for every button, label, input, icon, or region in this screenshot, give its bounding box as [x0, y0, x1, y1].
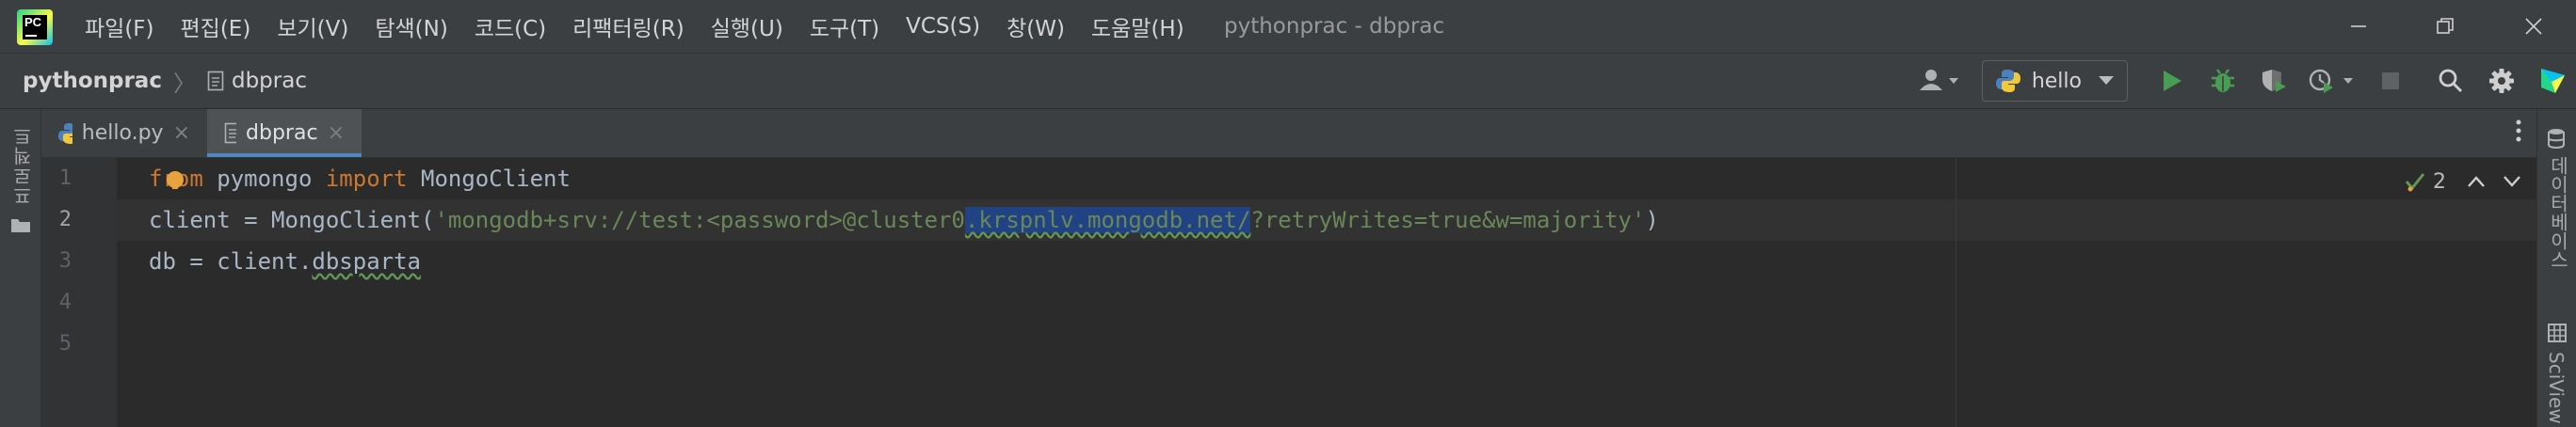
- project-tool-window-button[interactable]: 프로젝트: [9, 126, 37, 205]
- menu-tools[interactable]: 도구(T): [810, 10, 879, 42]
- breadcrumb-file[interactable]: dbprac: [232, 69, 307, 93]
- left-tool-stripe: 프로젝트: [0, 109, 41, 427]
- folder-icon: [11, 219, 30, 232]
- sciview-grid-icon: [2548, 324, 2567, 342]
- database-tool-window-button[interactable]: 데이터베이스: [2545, 156, 2572, 269]
- menu-help[interactable]: 도움말(H): [1091, 10, 1184, 42]
- line-number: 1: [58, 166, 72, 190]
- code-line-2: client = MongoClient('mongodb+srv://test…: [149, 199, 1659, 241]
- database-icon: [2548, 129, 2565, 149]
- line-number: 4: [58, 291, 72, 314]
- run-with-coverage-button[interactable]: [2252, 59, 2295, 103]
- inspection-count: 2: [2433, 169, 2446, 194]
- code-editor[interactable]: 1 2 3 4 5 from pymongo import MongoClien…: [41, 158, 2536, 427]
- more-vertical-icon: [2516, 119, 2521, 142]
- close-icon: [2525, 18, 2542, 35]
- code-text: client = MongoClient(: [149, 207, 435, 233]
- menu-run[interactable]: 실행(U): [711, 10, 783, 42]
- restore-button[interactable]: [2403, 0, 2487, 53]
- code-text: MongoClient: [407, 166, 571, 192]
- menu-code[interactable]: 코드(C): [475, 10, 546, 42]
- title-bar: PC 파일(F) 편집(E) 보기(V) 탐색(N) 코드(C) 리팩터링(R)…: [0, 0, 2576, 53]
- breadcrumb-project[interactable]: pythonprac: [23, 69, 162, 93]
- tab-actions-menu-button[interactable]: [2514, 117, 2523, 145]
- sciview-tool-window-button[interactable]: SciView: [2545, 352, 2568, 424]
- window-title: pythonprac - dbprac: [1224, 14, 1445, 39]
- menu-navigate[interactable]: 탐색(N): [375, 10, 447, 42]
- code-line-3: db = client.dbsparta: [149, 241, 421, 282]
- line-number: 5: [58, 332, 72, 356]
- python-file-icon: [207, 71, 224, 91]
- line-number-gutter[interactable]: 1 2 3 4 5: [41, 158, 117, 427]
- string-literal: ?retryWrites=true&w=majority': [1250, 207, 1646, 233]
- close-tab-icon[interactable]: ×: [173, 121, 190, 145]
- run-configuration-selector[interactable]: hello: [1981, 60, 2128, 102]
- typo-highlighted-text: dbsparta: [312, 248, 421, 275]
- string-literal: 'mongodb+srv://test:<password>@cluster0: [434, 207, 965, 233]
- selected-text: .krspnlv.mongodb.net/: [964, 207, 1251, 233]
- debug-button[interactable]: [2201, 59, 2245, 103]
- python-icon: [1995, 70, 2021, 92]
- debug-bug-icon: [2212, 69, 2234, 92]
- close-window-button[interactable]: [2491, 0, 2576, 53]
- pycharm-logo-icon[interactable]: PC: [17, 9, 53, 45]
- code-text: db = client.: [149, 248, 313, 275]
- keyword: import: [325, 166, 408, 192]
- run-button[interactable]: [2150, 59, 2194, 103]
- user-icon: [1919, 70, 1958, 90]
- tab-dbprac[interactable]: dbprac ×: [207, 109, 362, 157]
- navigation-bar: pythonprac 〉 dbprac hello: [0, 53, 2576, 109]
- intention-bulb-icon[interactable]: [167, 171, 184, 189]
- main-toolbar: hello: [1908, 54, 2576, 108]
- stop-button[interactable]: [2369, 59, 2412, 103]
- run-icon: [2164, 71, 2182, 91]
- close-tab-icon[interactable]: ×: [328, 121, 345, 145]
- jetbrains-ide-button[interactable]: [2531, 59, 2574, 103]
- restore-icon: [2437, 18, 2454, 34]
- menu-edit[interactable]: 편집(E): [181, 10, 251, 42]
- menu-window[interactable]: 창(W): [1006, 10, 1065, 42]
- next-highlight-icon[interactable]: [2503, 175, 2521, 188]
- chevron-down-icon: [2099, 76, 2114, 85]
- jetbrains-logo-icon: [2541, 69, 2565, 93]
- python-file-icon: [58, 122, 72, 144]
- minimize-icon: [2351, 25, 2366, 27]
- gear-icon: [2489, 69, 2514, 93]
- settings-button[interactable]: [2480, 59, 2523, 103]
- line-number: 3: [58, 249, 72, 273]
- menu-refactor[interactable]: 리팩터링(R): [572, 10, 684, 42]
- code-text: ): [1645, 207, 1659, 233]
- menu-vcs[interactable]: VCS(S): [906, 14, 980, 39]
- user-menu-button[interactable]: [1912, 59, 1969, 103]
- coverage-shield-icon: [2262, 70, 2286, 92]
- check-warning-icon: [2405, 173, 2425, 192]
- run-configuration-name: hello: [2031, 69, 2082, 93]
- breadcrumb: pythonprac 〉 dbprac: [23, 54, 307, 108]
- code-line-1: from pymongo import MongoClient: [149, 158, 571, 199]
- line-number: 2: [58, 208, 72, 231]
- inspection-widget[interactable]: 2: [2405, 167, 2521, 196]
- text-file-icon: [224, 122, 237, 143]
- stop-icon: [2382, 72, 2399, 89]
- code-text: pymongo: [202, 166, 326, 192]
- main-menu: 파일(F) 편집(E) 보기(V) 탐색(N) 코드(C) 리팩터링(R) 실행…: [85, 0, 1211, 53]
- menu-view[interactable]: 보기(V): [277, 10, 348, 42]
- menu-file[interactable]: 파일(F): [85, 10, 154, 42]
- right-tool-stripe: 데이터베이스 SciView: [2536, 109, 2576, 427]
- breadcrumb-separator: 〉: [172, 70, 196, 97]
- profile-button[interactable]: [2303, 59, 2361, 103]
- search-everywhere-button[interactable]: [2429, 59, 2472, 103]
- tab-hello-py[interactable]: hello.py ×: [41, 109, 207, 157]
- search-icon: [2439, 69, 2463, 93]
- tab-label: hello.py: [81, 121, 164, 145]
- tab-label: dbprac: [246, 121, 318, 145]
- minimize-button[interactable]: [2316, 0, 2401, 53]
- previous-highlight-icon[interactable]: [2467, 175, 2486, 188]
- editor-tab-bar: hello.py × dbprac ×: [41, 109, 2536, 158]
- profiler-clock-icon: [2309, 69, 2353, 93]
